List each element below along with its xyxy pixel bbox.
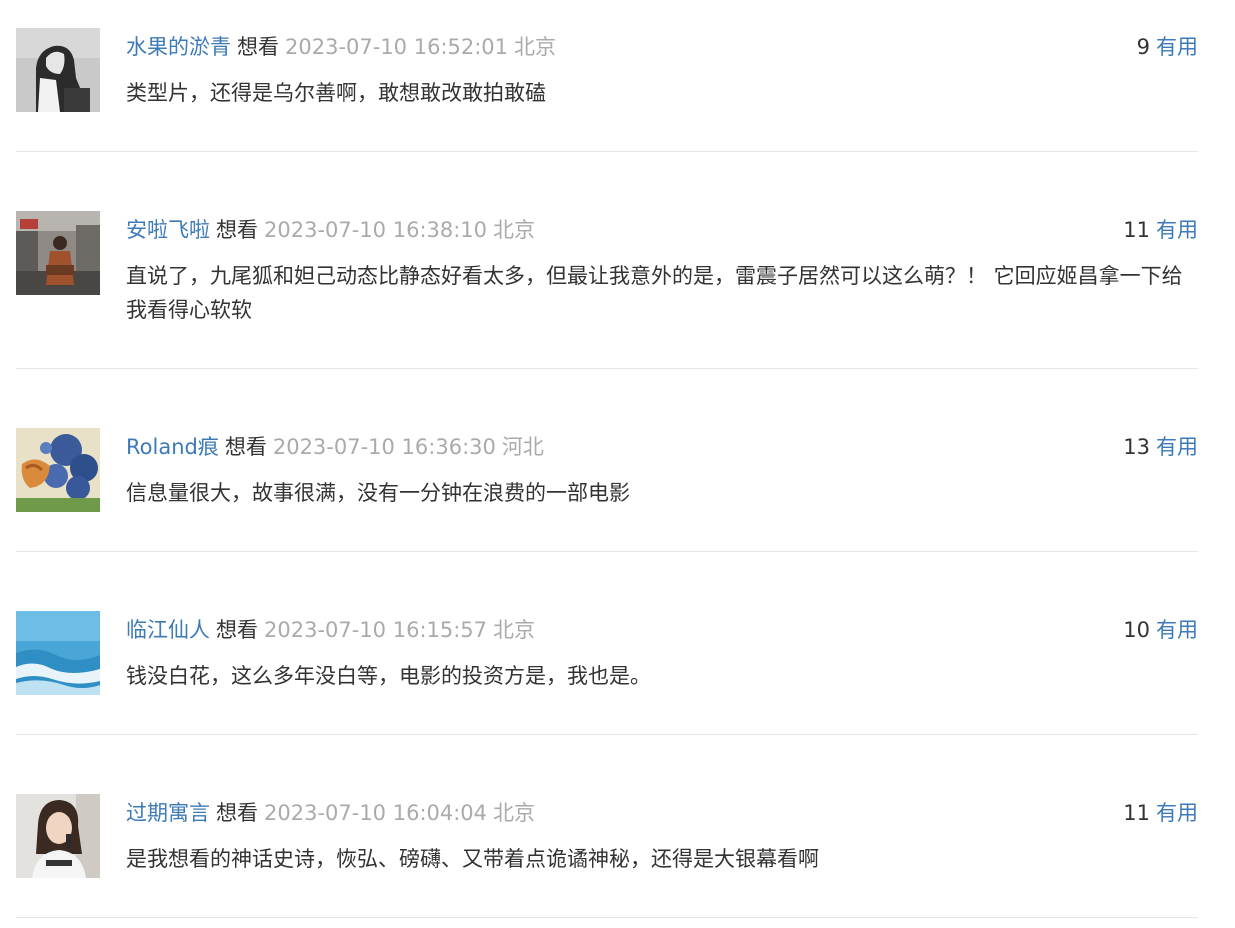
vote-count: 9: [1136, 35, 1150, 59]
votes: 11 有用: [1123, 798, 1198, 828]
comment-meta: 水果的淤青 想看 2023-07-10 16:52:01 北京: [126, 32, 556, 62]
vote-count: 13: [1123, 435, 1150, 459]
useful-button[interactable]: 有用: [1156, 618, 1198, 642]
comment-text: 类型片，还得是乌尔善啊，敢想敢改敢拍敢磕: [126, 81, 546, 105]
user-name-link[interactable]: 临江仙人: [126, 618, 210, 642]
user-name-link[interactable]: 安啦飞啦: [126, 218, 210, 242]
comment-text: 信息量很大，故事很满，没有一分钟在浪费的一部电影: [126, 481, 630, 505]
user-name-link[interactable]: Roland痕: [126, 435, 219, 459]
comment-location: 北京: [514, 35, 557, 59]
avatar[interactable]: [16, 428, 100, 512]
comment-meta: Roland痕 想看 2023-07-10 16:36:30 河北: [126, 432, 544, 462]
avatar[interactable]: [16, 794, 100, 878]
comment-time: 2023-07-10 16:36:30: [272, 435, 496, 459]
vote-count: 10: [1123, 618, 1150, 642]
divider: [16, 551, 1198, 552]
useful-button[interactable]: 有用: [1156, 435, 1198, 459]
useful-button[interactable]: 有用: [1156, 801, 1198, 825]
comment-text: 是我想看的神话史诗，恢弘、磅礴、又带着点诡谲神秘，还得是大银幕看啊: [126, 847, 819, 871]
comment-meta: 过期寓言 想看 2023-07-10 16:04:04 北京: [126, 798, 535, 828]
comment-time: 2023-07-10 16:38:10: [264, 218, 488, 242]
comment-text: 直说了，九尾狐和妲己动态比静态好看太多，但最让我意外的是，雷震子居然可以这么萌？…: [126, 264, 1183, 322]
rating-status: 想看: [216, 801, 258, 825]
comment-time: 2023-07-10 16:52:01: [285, 35, 509, 59]
comment-location: 河北: [501, 435, 544, 459]
comment-time: 2023-07-10 16:04:04: [264, 801, 488, 825]
votes: 13 有用: [1123, 432, 1198, 462]
avatar-image: [16, 211, 100, 295]
avatar-image: [16, 611, 100, 695]
rating-status: 想看: [216, 218, 258, 242]
comment-location: 北京: [493, 218, 536, 242]
vote-count: 11: [1123, 801, 1150, 825]
comment-location: 北京: [493, 618, 536, 642]
rating-status: 想看: [237, 35, 279, 59]
avatar-image: [16, 428, 100, 512]
avatar[interactable]: [16, 28, 100, 112]
vote-count: 11: [1123, 218, 1150, 242]
divider: [16, 151, 1198, 152]
comment-meta: 安啦飞啦 想看 2023-07-10 16:38:10 北京: [126, 215, 535, 245]
rating-status: 想看: [224, 435, 267, 459]
rating-status: 想看: [216, 618, 258, 642]
avatar-image: [16, 794, 100, 878]
comment-meta: 临江仙人 想看 2023-07-10 16:15:57 北京: [126, 615, 535, 645]
comment-text: 钱没白花，这么多年没白等，电影的投资方是，我也是。: [126, 664, 651, 688]
user-name-link[interactable]: 过期寓言: [126, 801, 210, 825]
votes: 10 有用: [1123, 615, 1198, 645]
votes: 11 有用: [1123, 215, 1198, 245]
divider: [16, 917, 1198, 918]
useful-button[interactable]: 有用: [1156, 218, 1198, 242]
comment-time: 2023-07-10 16:15:57: [264, 618, 488, 642]
avatar[interactable]: [16, 211, 100, 295]
votes: 9 有用: [1137, 32, 1198, 62]
comment-location: 北京: [493, 801, 536, 825]
divider: [16, 368, 1198, 369]
avatar[interactable]: [16, 611, 100, 695]
useful-button[interactable]: 有用: [1156, 35, 1198, 59]
divider: [16, 734, 1198, 735]
avatar-image: [16, 28, 100, 112]
user-name-link[interactable]: 水果的淤青: [126, 35, 231, 59]
